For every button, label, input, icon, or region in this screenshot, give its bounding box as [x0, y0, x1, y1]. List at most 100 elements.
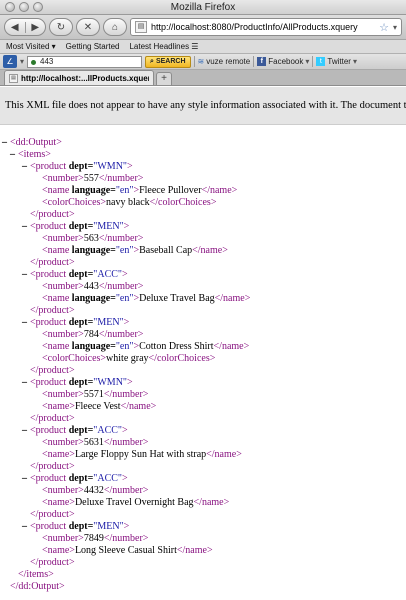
xml-attr-value: "MEN" [93, 221, 124, 232]
xml-attr-name: dept= [68, 221, 94, 232]
xml-tag: <number> [42, 533, 84, 544]
xml-product-open[interactable]: – <product dept="WMN"> [0, 161, 406, 173]
xml-tag: </dd:Output> [10, 581, 65, 592]
collapse-toggle-icon[interactable]: – [22, 521, 30, 533]
xml-tag: </name> [193, 497, 230, 508]
xml-tag: </name> [192, 245, 228, 256]
stop-button[interactable]: ✕ [76, 18, 100, 36]
home-icon: ⌂ [111, 21, 119, 33]
xml-tag: </number> [98, 233, 144, 244]
xml-tag: > [123, 521, 130, 532]
xml-number-element: <number>784</number> [0, 329, 406, 341]
new-tab-button[interactable]: + [156, 72, 172, 85]
facebook-button[interactable]: f Facebook ▾ [257, 57, 309, 66]
xml-number-element: <number>5631</number> [0, 437, 406, 449]
collapse-toggle-icon[interactable]: – [22, 269, 30, 281]
tab-label: http://localhost:...llProducts.xquery [21, 73, 149, 83]
zoom-window-icon[interactable] [33, 2, 43, 12]
bookmark-getting-started[interactable]: Getting Started [66, 42, 120, 51]
plus-icon: + [161, 73, 167, 84]
back-arrow-icon[interactable]: ◀ [5, 21, 26, 33]
xml-tag: <number> [42, 329, 84, 340]
tab-strip: ▤ http://localhost:...llProducts.xquery … [0, 70, 406, 86]
collapse-toggle-icon[interactable]: – [2, 137, 10, 149]
xml-product-open[interactable]: – <product dept="MEN"> [0, 521, 406, 533]
xml-items-open[interactable]: – <items> [0, 149, 406, 161]
xml-text-value: Deluxe Travel Overnight Bag [74, 497, 194, 508]
minimize-window-icon[interactable] [19, 2, 29, 12]
xml-number-element: <number>5571</number> [0, 389, 406, 401]
xml-attr-value: "MEN" [93, 521, 124, 532]
xml-product-open[interactable]: – <product dept="MEN"> [0, 317, 406, 329]
xml-product-open[interactable]: – <product dept="ACC"> [0, 473, 406, 485]
xml-root-open[interactable]: – <dd:Output> [0, 137, 406, 149]
bookmark-most-visited[interactable]: Most Visited ▾ [6, 42, 56, 51]
xml-name-element: <name>Fleece Vest</name> [0, 401, 406, 413]
xml-tag: <dd:Output> [10, 137, 62, 148]
xml-product-open[interactable]: – <product dept="MEN"> [0, 221, 406, 233]
addon-logo-icon[interactable]: ∠ [3, 55, 17, 68]
xml-tag: <number> [42, 281, 84, 292]
xml-text-value: Long Sleeve Casual Shirt [74, 545, 177, 556]
twitter-button[interactable]: t Twitter ▾ [316, 57, 357, 66]
xml-tag: <product [30, 473, 69, 484]
xml-tag: <number> [42, 437, 84, 448]
bookmark-star-icon[interactable]: ☆ [379, 21, 389, 34]
collapse-toggle-icon[interactable]: – [22, 161, 30, 173]
url-text[interactable]: http://localhost:8080/ProductInfo/AllPro… [151, 22, 375, 32]
xml-name-element: <name language="en">Deluxe Travel Bag</n… [0, 293, 406, 305]
stop-icon: ✕ [83, 21, 93, 33]
xml-tag: <number> [42, 173, 84, 184]
xml-tag: </number> [98, 173, 144, 184]
xml-text-value: Fleece Pullover [139, 185, 202, 196]
xml-text-value: navy black [106, 197, 150, 208]
window-titlebar: Mozilla Firefox [0, 0, 406, 15]
xml-attr-name: dept= [68, 473, 94, 484]
collapse-toggle-icon[interactable]: – [22, 473, 30, 485]
xml-tag: </product> [30, 413, 75, 424]
tab-all-products[interactable]: ▤ http://localhost:...llProducts.xquery [4, 70, 154, 85]
url-dropdown-icon[interactable]: ▾ [393, 23, 397, 32]
xml-tag: </colorChoices> [149, 197, 217, 208]
xml-product-open[interactable]: – <product dept="WMN"> [0, 377, 406, 389]
xml-tag: > [122, 425, 128, 436]
addon-search-input[interactable]: 443 [27, 55, 143, 68]
close-window-icon[interactable] [5, 2, 15, 12]
xml-text-value: Large Floppy Sun Hat with strap [74, 449, 207, 460]
xml-attr-value: "ACC" [93, 425, 123, 436]
xml-product-close: </product> [0, 257, 406, 269]
collapse-toggle-icon[interactable]: – [22, 221, 30, 233]
xml-tag: <colorChoices> [42, 197, 107, 208]
window-controls[interactable] [5, 2, 43, 12]
xml-colorchoices-element: <colorChoices>white gray</colorChoices> [0, 353, 406, 365]
twitter-dropdown-icon[interactable]: ▾ [353, 57, 357, 66]
addon-search-button[interactable]: ⌕ SEARCH [145, 55, 191, 68]
reload-button[interactable]: ↻ [49, 18, 73, 36]
xml-name-element: <name>Deluxe Travel Overnight Bag</name> [0, 497, 406, 509]
vuze-remote-button[interactable]: ≋ vuze remote [198, 57, 251, 66]
collapse-toggle-icon[interactable]: – [10, 149, 18, 161]
xml-tag: <name> [42, 545, 75, 556]
xml-tag: <product [30, 521, 69, 532]
xml-attr-value: "en" [115, 185, 134, 196]
collapse-toggle-icon[interactable]: – [22, 317, 30, 329]
bookmarks-toolbar: Most Visited ▾ Getting Started Latest He… [0, 40, 406, 54]
collapse-toggle-icon[interactable]: – [22, 377, 30, 389]
facebook-dropdown-icon[interactable]: ▾ [305, 57, 309, 66]
forward-arrow-icon[interactable]: ▶ [26, 22, 46, 33]
xml-product-open[interactable]: – <product dept="ACC"> [0, 425, 406, 437]
xml-tag: </name> [213, 341, 250, 352]
xml-tag: </number> [103, 533, 149, 544]
xml-attr-value: "en" [115, 293, 134, 304]
url-bar[interactable]: ▤ http://localhost:8080/ProductInfo/AllP… [130, 18, 402, 36]
xml-tag: <number> [42, 233, 84, 244]
collapse-toggle-icon[interactable]: – [22, 425, 30, 437]
navigation-toolbar: ◀ ▶ ↻ ✕ ⌂ ▤ http://localhost:8080/Produc… [0, 15, 406, 40]
home-button[interactable]: ⌂ [103, 18, 127, 36]
reload-icon: ↻ [56, 21, 66, 33]
xml-product-open[interactable]: – <product dept="ACC"> [0, 269, 406, 281]
addon-menu-chevron-icon[interactable]: ▾ [20, 57, 24, 66]
xml-tag: </name> [201, 185, 238, 196]
bookmark-latest-headlines[interactable]: Latest Headlines ☰ [129, 42, 198, 51]
back-forward-buttons[interactable]: ◀ ▶ [4, 18, 46, 36]
